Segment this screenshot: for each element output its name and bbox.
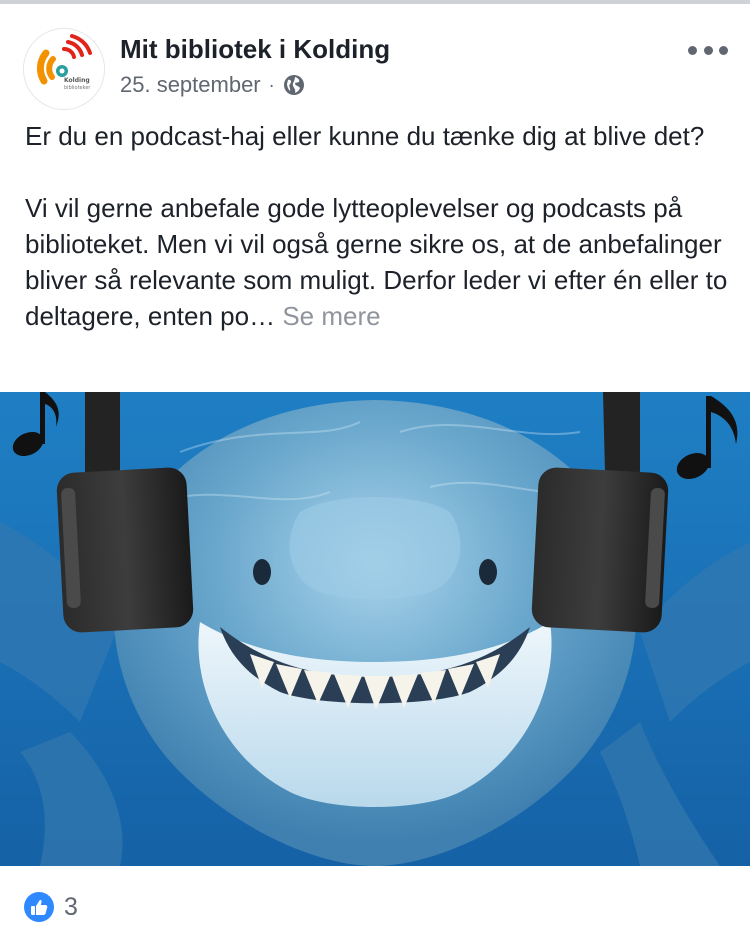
svg-text:Kolding: Kolding: [64, 77, 90, 84]
meta-separator: ·: [268, 74, 275, 95]
shark-headphones-image: [0, 392, 750, 866]
post-image[interactable]: [0, 392, 750, 866]
like-icon: [24, 892, 54, 922]
dot-3: [719, 45, 728, 55]
globe-icon: [283, 74, 305, 96]
like-count: 3: [64, 892, 78, 921]
svg-text:biblioteker: biblioteker: [64, 85, 91, 91]
kolding-library-logo: Kolding biblioteker: [24, 29, 104, 109]
post-text: Er du en podcast-haj eller kunne du tænk…: [25, 118, 730, 334]
post-paragraph-2: Vi vil gerne anbefale gode lytteoplevels…: [25, 190, 730, 334]
dot-1: [688, 45, 697, 55]
dot-2: [703, 45, 713, 55]
page-avatar[interactable]: Kolding biblioteker: [23, 28, 105, 110]
more-options-icon[interactable]: [688, 40, 728, 60]
page-name[interactable]: Mit bibliotek i Kolding: [120, 34, 390, 65]
see-more-link[interactable]: Se mere: [282, 301, 380, 331]
top-divider: [0, 0, 750, 4]
post-header: Kolding biblioteker Mit bibliotek i Kold…: [0, 18, 750, 110]
post-date[interactable]: 25. september: [120, 72, 261, 98]
reaction-summary[interactable]: 3: [24, 890, 78, 924]
post-paragraph-1: Er du en podcast-haj eller kunne du tænk…: [25, 121, 705, 151]
post-meta: 25. september ·: [120, 70, 305, 100]
